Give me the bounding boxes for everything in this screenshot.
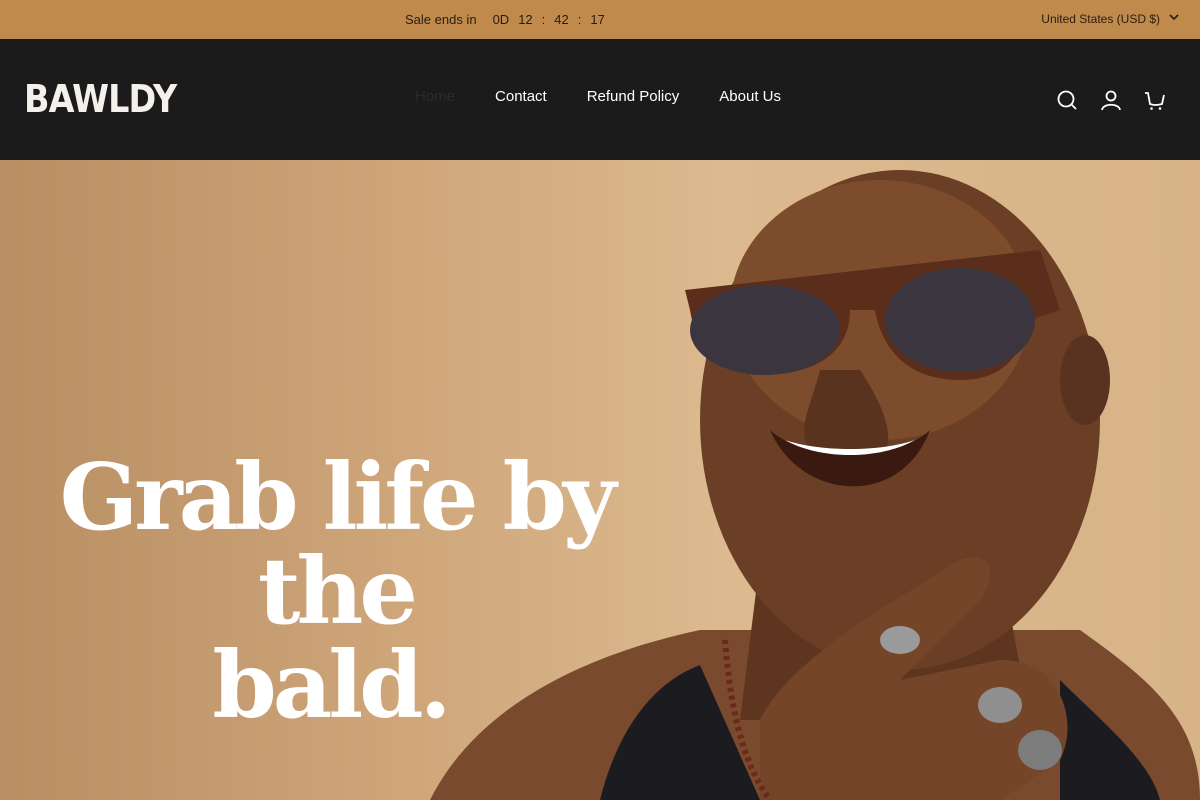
timer-sep: : <box>577 12 582 27</box>
headline-line-2: bald. <box>212 631 451 739</box>
brand-logo[interactable]: BAWLDY <box>24 77 177 121</box>
hero-headline: Grab life by the bald. <box>0 450 700 732</box>
nav-contact[interactable]: Contact <box>495 88 547 105</box>
nav-refund-policy[interactable]: Refund Policy <box>587 88 680 105</box>
hero-banner[interactable]: Grab life by the bald. <box>0 160 1200 800</box>
timer-minutes: 42 <box>554 12 569 27</box>
sale-label: Sale ends in <box>405 12 477 27</box>
account-icon[interactable] <box>1100 89 1122 111</box>
countdown-timer: 0D 12 : 42 : 17 <box>493 0 605 39</box>
nav-about-us[interactable]: About Us <box>719 88 781 105</box>
timer-days: 0D <box>492 12 510 27</box>
timer-sep: : <box>541 12 546 27</box>
header-icons <box>1056 89 1166 111</box>
currency-selector[interactable]: United States (USD $) <box>1041 0 1180 39</box>
chevron-down-icon <box>1168 0 1180 39</box>
search-icon[interactable] <box>1056 89 1078 111</box>
sale-countdown: Sale ends in 0D 12 : 42 : 17 <box>405 0 605 39</box>
cart-icon[interactable] <box>1144 89 1166 111</box>
site-header: BAWLDY Home Contact Refund Policy About … <box>0 39 1200 160</box>
currency-label: United States (USD $) <box>1041 12 1160 26</box>
timer-seconds: 17 <box>590 12 605 27</box>
nav-home[interactable]: Home <box>415 88 455 105</box>
announcement-bar: Sale ends in 0D 12 : 42 : 17 United Stat… <box>0 0 1200 39</box>
headline-line-1: Grab life by the <box>59 443 617 645</box>
timer-hours: 12 <box>518 12 533 27</box>
main-nav: Home Contact Refund Policy About Us <box>415 88 781 105</box>
